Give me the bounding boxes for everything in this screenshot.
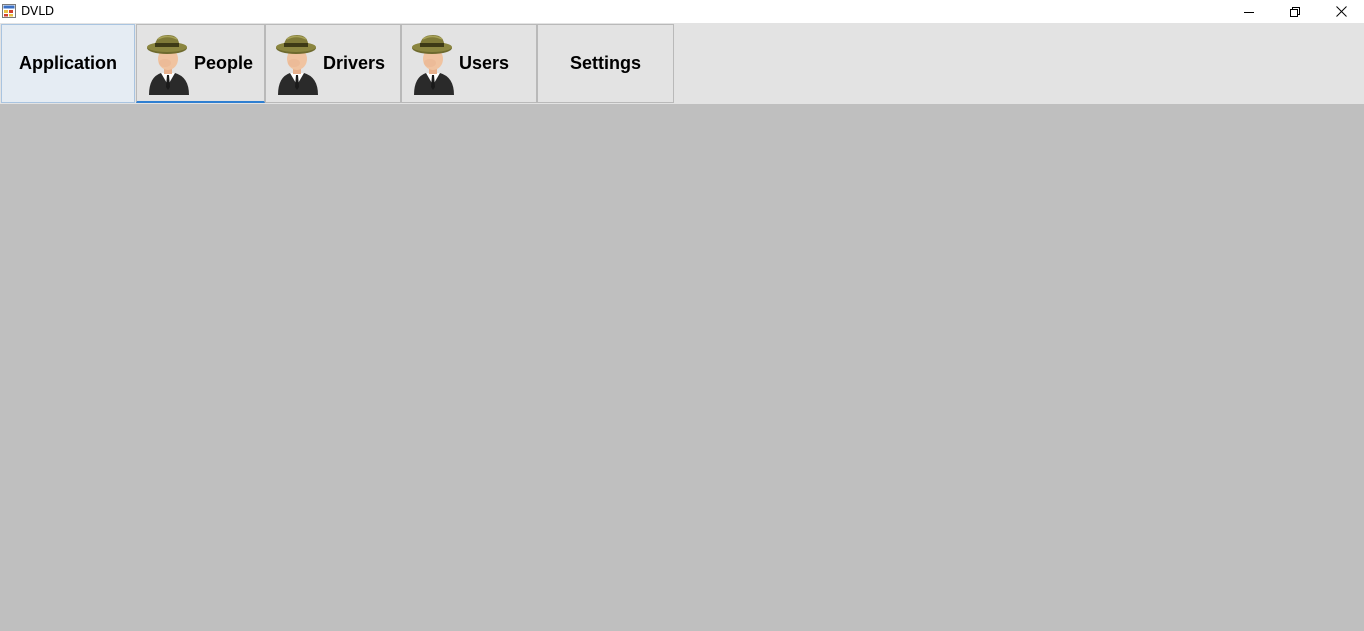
menu-item-label: Users xyxy=(459,53,510,73)
menu-item-label: People xyxy=(194,53,254,73)
menu-item-label: Settings xyxy=(569,53,641,73)
minimize-icon xyxy=(1244,11,1254,13)
menu-item-users[interactable]: Users xyxy=(401,24,537,103)
restore-button[interactable] xyxy=(1272,0,1318,23)
person-hat-icon xyxy=(412,35,454,95)
title-bar[interactable]: DVLD xyxy=(0,0,1364,23)
person-hat-icon xyxy=(147,35,189,95)
mdi-client-area xyxy=(0,104,1364,631)
menu-strip: Application People Drivers Users Setting… xyxy=(0,23,1364,104)
close-icon xyxy=(1335,6,1347,17)
menu-item-drivers[interactable]: Drivers xyxy=(265,24,401,103)
restore-icon xyxy=(1290,6,1300,17)
close-button[interactable] xyxy=(1318,0,1364,23)
window-title: DVLD xyxy=(21,4,55,18)
menu-item-people[interactable]: People xyxy=(136,24,265,103)
minimize-button[interactable] xyxy=(1226,0,1272,23)
menu-item-label: Application xyxy=(19,53,117,73)
person-hat-icon xyxy=(276,35,318,95)
menu-item-label: Drivers xyxy=(323,53,386,73)
menu-item-application[interactable]: Application xyxy=(1,24,135,103)
app-window-icon xyxy=(2,4,16,18)
menu-item-settings[interactable]: Settings xyxy=(537,24,674,103)
main-window: DVLD Application People Drivers Users Se… xyxy=(0,0,1364,631)
